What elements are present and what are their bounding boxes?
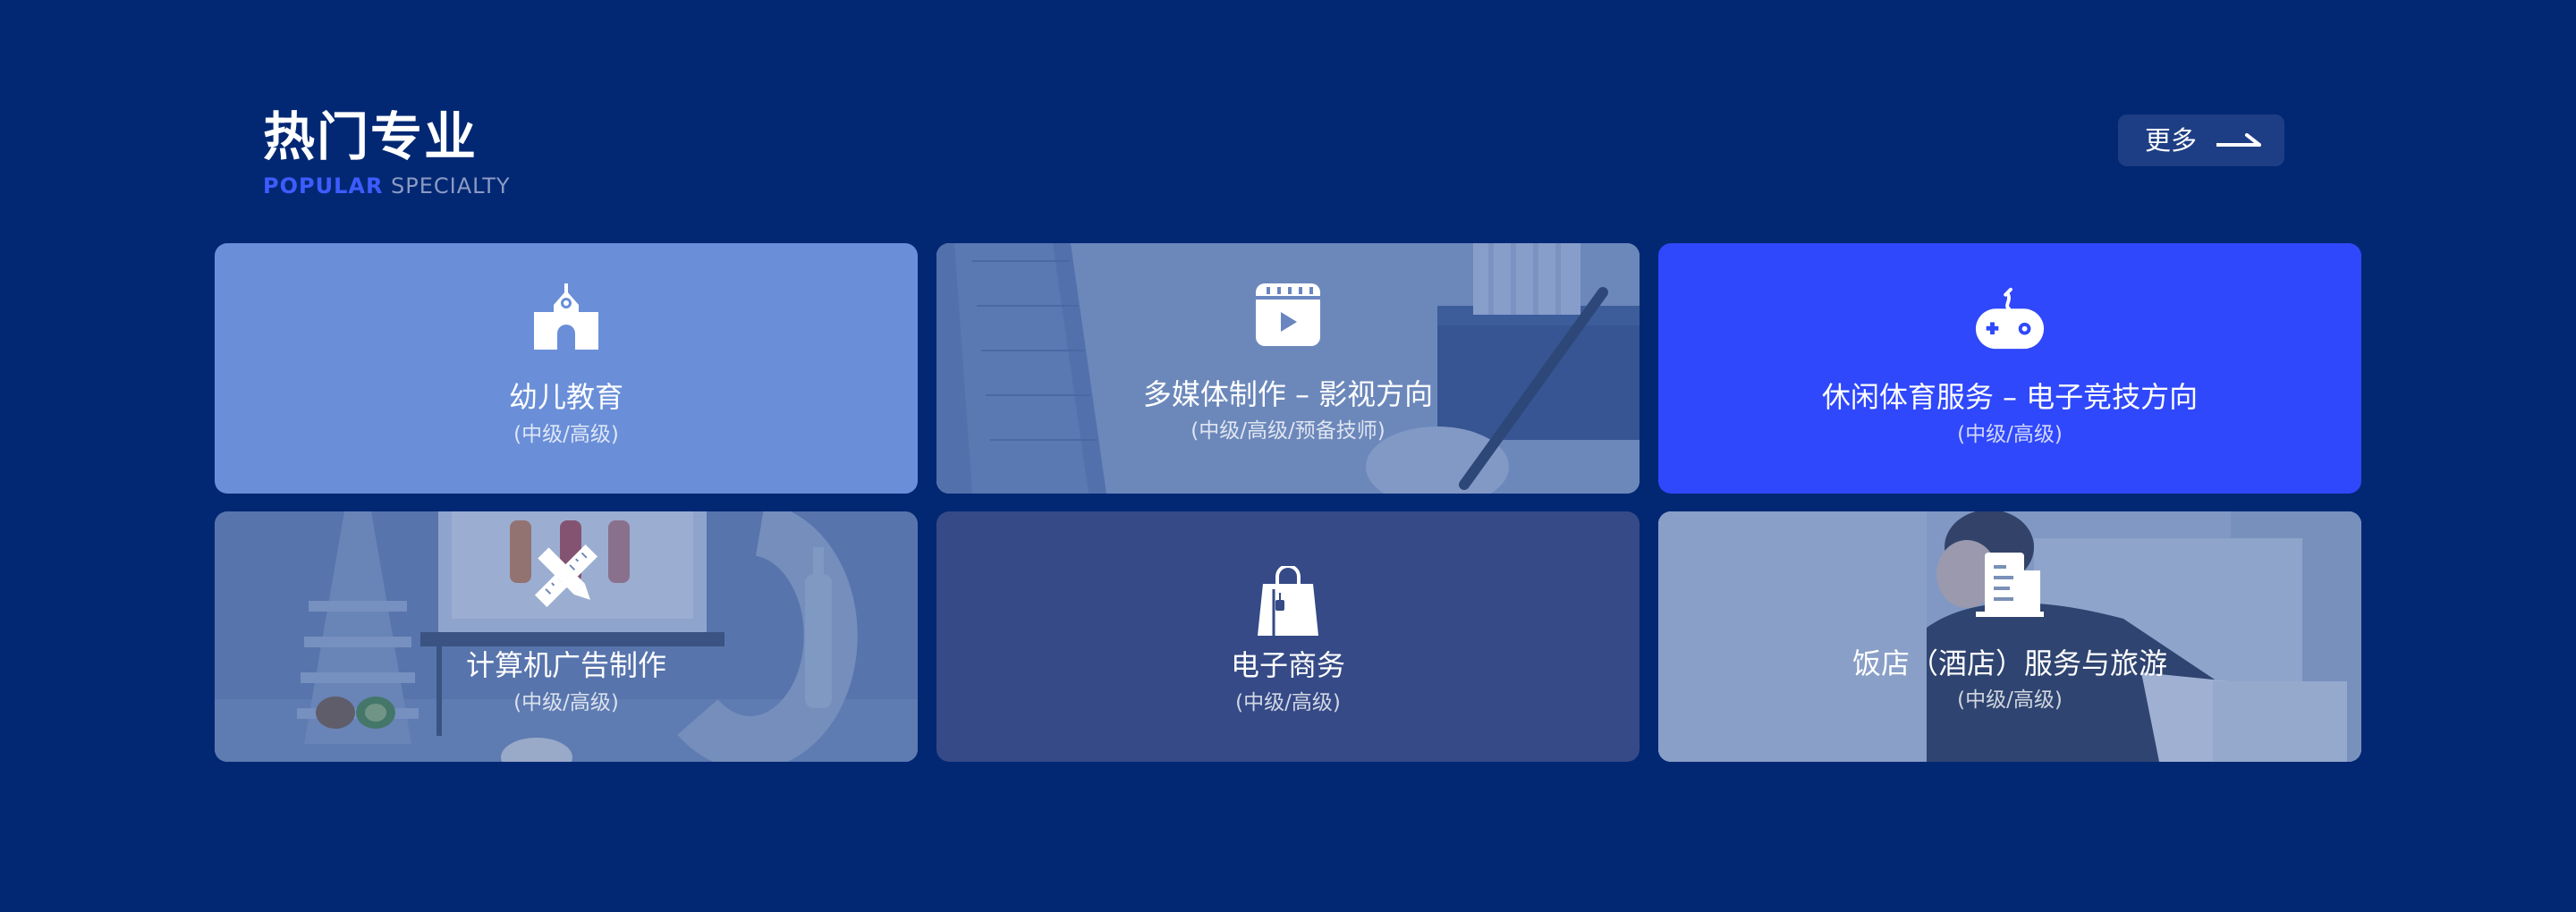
more-label: 更多 [2145,125,2198,156]
card-early-education[interactable]: 幼儿教育 (中级/高级) [215,243,918,494]
subtitle-rest: SPECIALTY [383,173,511,198]
card-hotel-tourism[interactable]: 饭店（酒店）服务与旅游 (中级/高级) [1658,511,2361,762]
arrow-right-icon [2216,133,2262,148]
card-title: 幼儿教育 [508,380,623,414]
card-title: 饭店（酒店）服务与旅游 [1852,646,2167,680]
card-multimedia-production[interactable]: 多媒体制作 – 影视方向 (中级/高级/预备技师) [936,243,1640,494]
card-level: (中级/高级) [1957,423,2063,446]
card-title: 计算机广告制作 [465,648,666,682]
video-clapper-icon [1252,279,1324,350]
gamepad-icon [1974,283,2046,354]
card-computer-advertising[interactable]: 计算机广告制作 (中级/高级) [215,511,918,762]
card-title: 电子商务 [1230,648,1345,682]
card-title: 休闲体育服务 – 电子竞技方向 [1821,380,2199,414]
menu-document-icon [1974,549,2046,621]
subtitle-accent: POPULAR [263,173,384,198]
section-subtitle: POPULAR SPECIALTY [263,173,511,198]
card-level: (中级/高级) [1235,691,1341,714]
card-level: (中级/高级) [1957,688,2063,712]
school-building-icon [530,283,602,354]
card-esports[interactable]: 休闲体育服务 – 电子竞技方向 (中级/高级) [1658,243,2361,494]
ruler-pencil-icon [530,540,602,612]
more-button[interactable]: 更多 [2118,114,2284,166]
card-level: (中级/高级) [513,691,619,714]
card-e-commerce[interactable]: 电子商务 (中级/高级) [936,511,1640,762]
section-title: 热门专业 [263,106,479,167]
card-level: (中级/高级) [513,423,619,446]
shopping-bag-icon [1252,566,1324,638]
card-title: 多媒体制作 – 影视方向 [1142,377,1434,411]
card-level: (中级/高级/预备技师) [1191,419,1385,443]
